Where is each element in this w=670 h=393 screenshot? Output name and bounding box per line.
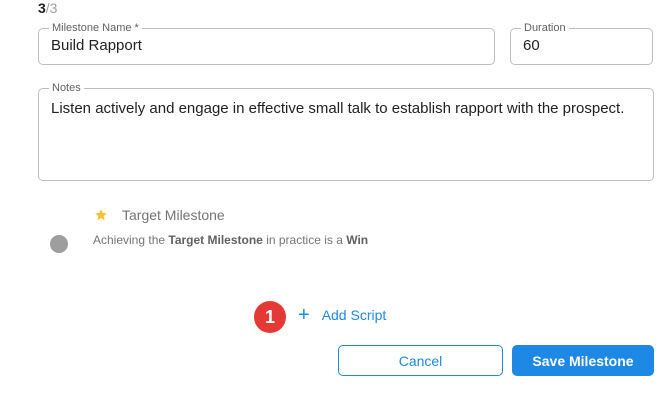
milestone-editor: 3/3 Milestone Name * Build Rapport Durat… xyxy=(0,0,670,393)
add-script-button[interactable]: + Add Script xyxy=(298,305,386,325)
save-milestone-button[interactable]: Save Milestone xyxy=(512,345,654,376)
step-indicator: 3/3 xyxy=(38,0,57,16)
duration-value[interactable]: 60 xyxy=(523,36,640,56)
add-script-label: Add Script xyxy=(321,307,387,323)
notes-value[interactable]: Listen actively and engage in effective … xyxy=(51,98,641,120)
notes-label: Notes xyxy=(52,82,81,94)
plus-icon: + xyxy=(298,304,310,326)
step-badge: 1 xyxy=(254,301,286,333)
target-milestone-row[interactable]: Target Milestone xyxy=(94,207,225,223)
hint-bold-target: Target Milestone xyxy=(168,233,263,247)
step-total: /3 xyxy=(45,0,58,16)
duration-field[interactable]: Duration 60 xyxy=(510,22,653,65)
milestone-name-label: Milestone Name * xyxy=(52,22,139,34)
target-milestone-hint: Achieving the Target Milestone in practi… xyxy=(93,233,368,247)
duration-label: Duration xyxy=(524,22,566,34)
cancel-button[interactable]: Cancel xyxy=(338,345,503,376)
hint-bold-win: Win xyxy=(346,233,369,247)
hint-middle: in practice is a xyxy=(262,233,347,247)
step-current: 3 xyxy=(38,0,46,16)
notes-field[interactable]: Notes Listen actively and engage in effe… xyxy=(38,82,654,181)
hint-prefix: Achieving the xyxy=(93,233,169,247)
star-icon xyxy=(95,209,107,221)
target-milestone-label: Target Milestone xyxy=(122,207,225,223)
milestone-name-value[interactable]: Build Rapport xyxy=(51,36,482,56)
target-toggle-circle-icon[interactable] xyxy=(50,235,68,253)
milestone-name-field[interactable]: Milestone Name * Build Rapport xyxy=(38,22,495,65)
